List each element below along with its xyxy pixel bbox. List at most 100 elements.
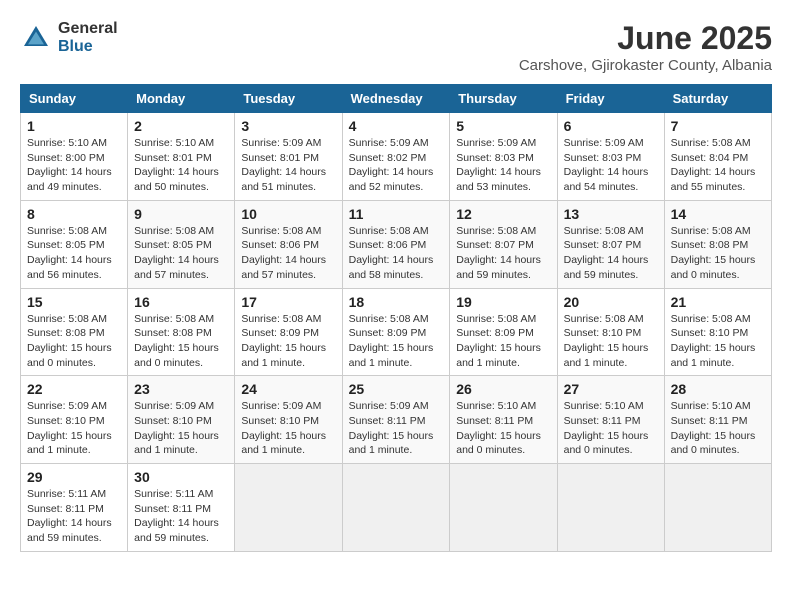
- day-number: 29: [27, 469, 121, 485]
- header-friday: Friday: [557, 85, 664, 113]
- day-number: 25: [349, 381, 444, 397]
- table-row: 9 Sunrise: 5:08 AM Sunset: 8:05 PM Daylig…: [128, 200, 235, 288]
- table-row: 8 Sunrise: 5:08 AM Sunset: 8:05 PM Daylig…: [21, 200, 128, 288]
- day-number: 13: [564, 206, 658, 222]
- day-info: Sunrise: 5:11 AM Sunset: 8:11 PM Dayligh…: [134, 487, 228, 546]
- day-number: 8: [27, 206, 121, 222]
- calendar-body: 1 Sunrise: 5:10 AM Sunset: 8:00 PM Daylig…: [21, 113, 772, 552]
- table-row: 10 Sunrise: 5:08 AM Sunset: 8:06 PM Dayli…: [235, 200, 342, 288]
- table-row: 7 Sunrise: 5:08 AM Sunset: 8:04 PM Daylig…: [664, 113, 771, 201]
- day-info: Sunrise: 5:08 AM Sunset: 8:09 PM Dayligh…: [349, 312, 444, 371]
- table-row: 22 Sunrise: 5:09 AM Sunset: 8:10 PM Dayli…: [21, 376, 128, 464]
- day-info: Sunrise: 5:09 AM Sunset: 8:03 PM Dayligh…: [564, 136, 658, 195]
- table-row: 20Sunrise: 5:08 AM Sunset: 8:10 PM Dayli…: [557, 288, 664, 376]
- table-row: [342, 464, 450, 552]
- day-info: Sunrise: 5:08 AM Sunset: 8:06 PM Dayligh…: [241, 224, 335, 283]
- header-tuesday: Tuesday: [235, 85, 342, 113]
- table-row: 14 Sunrise: 5:08 AM Sunset: 8:08 PM Dayli…: [664, 200, 771, 288]
- day-info: Sunrise: 5:09 AM Sunset: 8:03 PM Dayligh…: [456, 136, 550, 195]
- day-number: 4: [349, 118, 444, 134]
- day-number: 27: [564, 381, 658, 397]
- day-info: Sunrise: 5:09 AM Sunset: 8:10 PM Dayligh…: [27, 399, 121, 458]
- header-monday: Monday: [128, 85, 235, 113]
- logo-blue: Blue: [58, 38, 118, 56]
- day-info: Sunrise: 5:08 AM Sunset: 8:10 PM Dayligh…: [671, 312, 765, 371]
- calendar-header: Sunday Monday Tuesday Wednesday Thursday…: [21, 85, 772, 113]
- header-sunday: Sunday: [21, 85, 128, 113]
- table-row: 6 Sunrise: 5:09 AM Sunset: 8:03 PM Daylig…: [557, 113, 664, 201]
- day-info: Sunrise: 5:09 AM Sunset: 8:10 PM Dayligh…: [134, 399, 228, 458]
- day-number: 5: [456, 118, 550, 134]
- table-row: [664, 464, 771, 552]
- table-row: 30 Sunrise: 5:11 AM Sunset: 8:11 PM Dayli…: [128, 464, 235, 552]
- header-wednesday: Wednesday: [342, 85, 450, 113]
- day-number: 18: [349, 294, 444, 310]
- day-info: Sunrise: 5:08 AM Sunset: 8:08 PM Dayligh…: [134, 312, 228, 371]
- table-row: 4 Sunrise: 5:09 AM Sunset: 8:02 PM Daylig…: [342, 113, 450, 201]
- day-number: 6: [564, 118, 658, 134]
- header-saturday: Saturday: [664, 85, 771, 113]
- day-info: Sunrise: 5:08 AM Sunset: 8:04 PM Dayligh…: [671, 136, 765, 195]
- location-subtitle: Carshove, Gjirokaster County, Albania: [519, 57, 772, 74]
- logo-icon: [20, 22, 52, 54]
- day-number: 17: [241, 294, 335, 310]
- day-number: 10: [241, 206, 335, 222]
- table-row: 13Sunrise: 5:08 AM Sunset: 8:07 PM Dayli…: [557, 200, 664, 288]
- day-number: 14: [671, 206, 765, 222]
- day-number: 28: [671, 381, 765, 397]
- calendar-week-2: 8 Sunrise: 5:08 AM Sunset: 8:05 PM Daylig…: [21, 200, 772, 288]
- table-row: 5 Sunrise: 5:09 AM Sunset: 8:03 PM Daylig…: [450, 113, 557, 201]
- logo-text: General Blue: [58, 20, 118, 55]
- table-row: [557, 464, 664, 552]
- day-info: Sunrise: 5:08 AM Sunset: 8:10 PM Dayligh…: [564, 312, 658, 371]
- day-info: Sunrise: 5:11 AM Sunset: 8:11 PM Dayligh…: [27, 487, 121, 546]
- table-row: 16Sunrise: 5:08 AM Sunset: 8:08 PM Dayli…: [128, 288, 235, 376]
- day-info: Sunrise: 5:10 AM Sunset: 8:11 PM Dayligh…: [671, 399, 765, 458]
- table-row: 2Sunrise: 5:10 AM Sunset: 8:01 PM Daylig…: [128, 113, 235, 201]
- table-row: 17Sunrise: 5:08 AM Sunset: 8:09 PM Dayli…: [235, 288, 342, 376]
- day-number: 30: [134, 469, 228, 485]
- day-info: Sunrise: 5:10 AM Sunset: 8:00 PM Dayligh…: [27, 136, 121, 195]
- day-number: 1: [27, 118, 121, 134]
- day-number: 15: [27, 294, 121, 310]
- day-number: 23: [134, 381, 228, 397]
- day-info: Sunrise: 5:09 AM Sunset: 8:02 PM Dayligh…: [349, 136, 444, 195]
- day-number: 3: [241, 118, 335, 134]
- day-number: 22: [27, 381, 121, 397]
- calendar-week-5: 29 Sunrise: 5:11 AM Sunset: 8:11 PM Dayli…: [21, 464, 772, 552]
- table-row: 29 Sunrise: 5:11 AM Sunset: 8:11 PM Dayli…: [21, 464, 128, 552]
- table-row: 24Sunrise: 5:09 AM Sunset: 8:10 PM Dayli…: [235, 376, 342, 464]
- day-number: 9: [134, 206, 228, 222]
- day-info: Sunrise: 5:10 AM Sunset: 8:11 PM Dayligh…: [564, 399, 658, 458]
- calendar-week-1: 1 Sunrise: 5:10 AM Sunset: 8:00 PM Daylig…: [21, 113, 772, 201]
- day-number: 7: [671, 118, 765, 134]
- table-row: 28 Sunrise: 5:10 AM Sunset: 8:11 PM Dayli…: [664, 376, 771, 464]
- calendar: Sunday Monday Tuesday Wednesday Thursday…: [20, 84, 772, 552]
- day-info: Sunrise: 5:08 AM Sunset: 8:08 PM Dayligh…: [671, 224, 765, 283]
- table-row: 11Sunrise: 5:08 AM Sunset: 8:06 PM Dayli…: [342, 200, 450, 288]
- title-section: June 2025 Carshove, Gjirokaster County, …: [519, 20, 772, 74]
- table-row: 3Sunrise: 5:09 AM Sunset: 8:01 PM Daylig…: [235, 113, 342, 201]
- day-number: 21: [671, 294, 765, 310]
- day-info: Sunrise: 5:09 AM Sunset: 8:10 PM Dayligh…: [241, 399, 335, 458]
- day-number: 12: [456, 206, 550, 222]
- table-row: 26Sunrise: 5:10 AM Sunset: 8:11 PM Dayli…: [450, 376, 557, 464]
- table-row: [450, 464, 557, 552]
- day-info: Sunrise: 5:08 AM Sunset: 8:06 PM Dayligh…: [349, 224, 444, 283]
- day-info: Sunrise: 5:08 AM Sunset: 8:09 PM Dayligh…: [456, 312, 550, 371]
- table-row: 23 Sunrise: 5:09 AM Sunset: 8:10 PM Dayli…: [128, 376, 235, 464]
- day-info: Sunrise: 5:08 AM Sunset: 8:05 PM Dayligh…: [134, 224, 228, 283]
- day-info: Sunrise: 5:08 AM Sunset: 8:08 PM Dayligh…: [27, 312, 121, 371]
- day-number: 19: [456, 294, 550, 310]
- header: General Blue June 2025 Carshove, Gjiroka…: [20, 20, 772, 74]
- day-info: Sunrise: 5:08 AM Sunset: 8:05 PM Dayligh…: [27, 224, 121, 283]
- table-row: 12 Sunrise: 5:08 AM Sunset: 8:07 PM Dayli…: [450, 200, 557, 288]
- logo-general: General: [58, 20, 118, 38]
- header-thursday: Thursday: [450, 85, 557, 113]
- table-row: 19 Sunrise: 5:08 AM Sunset: 8:09 PM Dayli…: [450, 288, 557, 376]
- table-row: 15 Sunrise: 5:08 AM Sunset: 8:08 PM Dayli…: [21, 288, 128, 376]
- day-info: Sunrise: 5:09 AM Sunset: 8:11 PM Dayligh…: [349, 399, 444, 458]
- table-row: 1 Sunrise: 5:10 AM Sunset: 8:00 PM Daylig…: [21, 113, 128, 201]
- day-info: Sunrise: 5:10 AM Sunset: 8:11 PM Dayligh…: [456, 399, 550, 458]
- day-info: Sunrise: 5:08 AM Sunset: 8:07 PM Dayligh…: [456, 224, 550, 283]
